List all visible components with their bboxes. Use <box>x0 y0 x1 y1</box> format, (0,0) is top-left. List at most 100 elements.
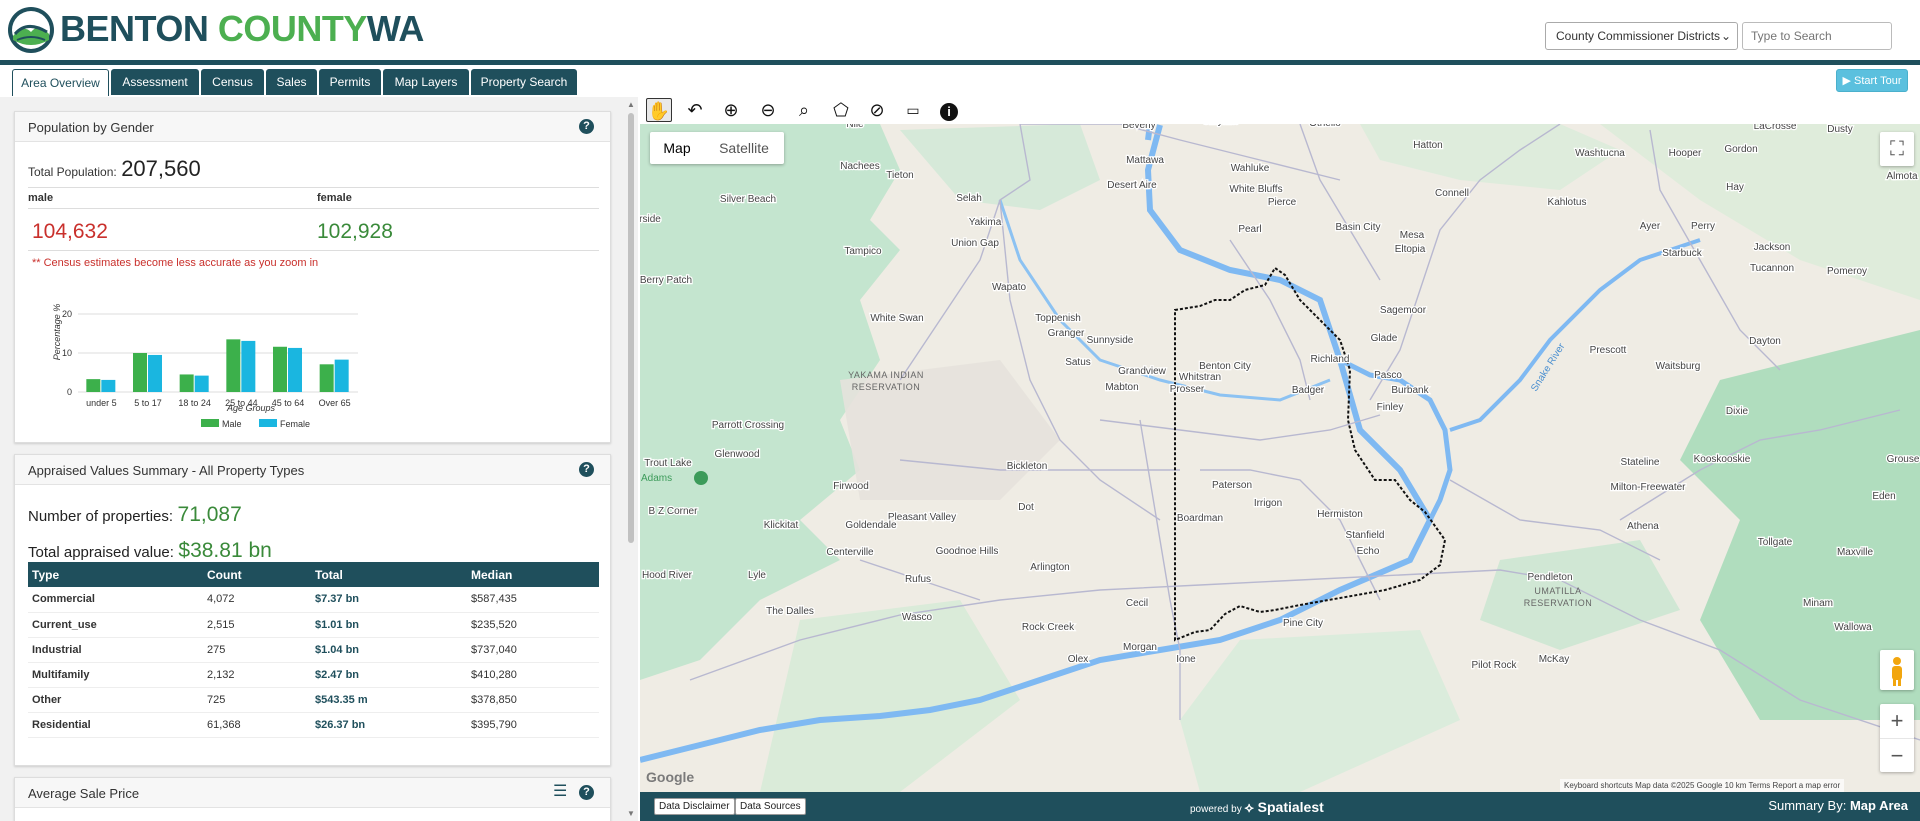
place-label: Glenwood <box>714 449 759 460</box>
legend-female: Female <box>280 419 310 429</box>
bar-female[interactable] <box>334 359 349 392</box>
divider <box>28 208 599 209</box>
help-icon[interactable]: ? <box>579 462 594 477</box>
pan-hand-icon[interactable]: ✋ <box>646 98 672 122</box>
bar-male[interactable] <box>86 379 101 392</box>
appraised-label: Total appraised value: <box>28 544 174 561</box>
bar-female[interactable] <box>148 354 162 392</box>
bar-male[interactable] <box>179 374 194 392</box>
total-cell: $543.35 m <box>311 687 467 713</box>
summary-value[interactable]: Map Area <box>1850 798 1908 813</box>
x-axis-label: Age Groups <box>226 403 276 413</box>
bar-male[interactable] <box>226 339 241 392</box>
map-area: ✋ ↶ ⊕ ⊖ ⌕ ⬠ ⊘ ▭ i Beverly Nile LaCrosse … <box>640 96 1920 821</box>
clear-selection-icon[interactable]: ⊘ <box>864 98 890 122</box>
data-sources-button[interactable]: Data Sources <box>735 798 806 815</box>
place-label: The Dalles <box>766 606 814 617</box>
region-label: YAKAMA INDIAN <box>848 370 924 380</box>
scroll-up-icon[interactable]: ▲ <box>627 100 635 109</box>
map-canvas[interactable]: EstatesHutterian BrethrenPahaEllensburgH… <box>640 124 1920 792</box>
bar-female[interactable] <box>241 340 256 392</box>
number-of-properties: Number of properties: 71,087 <box>28 503 242 527</box>
place-label: White Swan <box>870 313 923 324</box>
properties-label: Number of properties: <box>28 508 174 525</box>
total-cell: $26.37 bn <box>311 712 467 738</box>
park-marker-icon[interactable] <box>694 471 708 485</box>
list-icon[interactable]: ☰ <box>553 784 567 800</box>
zoom-in-icon[interactable]: ⊕ <box>718 98 744 122</box>
properties-value: 71,087 <box>177 503 242 526</box>
place-label: Desert Aire <box>1107 180 1157 191</box>
count-cell: 275 <box>203 637 311 663</box>
info-icon[interactable]: i <box>936 98 962 122</box>
place-label: Goldendale <box>845 520 897 531</box>
median-cell: $737,040 <box>467 637 599 663</box>
place-label: Arlington <box>1030 562 1069 573</box>
tab-census[interactable]: Census <box>201 69 264 95</box>
bar-male[interactable] <box>133 353 147 392</box>
district-select[interactable]: County Commissioner Districts ⌄ <box>1545 22 1738 50</box>
tab-permits[interactable]: Permits <box>319 69 381 95</box>
google-logo: Google <box>646 769 695 785</box>
scroll-down-icon[interactable]: ▼ <box>627 809 635 818</box>
place-label: Tieton <box>886 170 913 181</box>
map-type-map-button[interactable]: Map <box>650 132 704 164</box>
place-label: Grandview <box>1118 366 1167 377</box>
region-label: RESERVATION <box>852 382 921 392</box>
undo-icon[interactable]: ↶ <box>682 98 708 122</box>
bar-male[interactable] <box>319 364 334 392</box>
place-label: Klickitat <box>764 520 799 531</box>
search-input[interactable] <box>1742 22 1892 50</box>
tab-property-search[interactable]: Property Search <box>471 69 577 95</box>
place-label: Pierce <box>1268 197 1297 208</box>
place-label: Riverside <box>640 214 661 225</box>
left-panel-scrollbar[interactable]: ▲ ▼ <box>624 97 638 821</box>
total-cell: $2.47 bn <box>311 662 467 688</box>
place-label: Selah <box>956 193 982 204</box>
logo-word-benton: BENTON <box>60 8 209 49</box>
help-icon[interactable]: ? <box>579 785 594 800</box>
county-logo-text[interactable]: BENTON COUNTYWA <box>60 8 424 50</box>
panel-header: Average Sale Price ☰ ? <box>15 778 610 808</box>
bar-male[interactable] <box>273 346 287 392</box>
map-type-control: Map Satellite <box>650 132 784 164</box>
scrollbar-thumb[interactable] <box>628 113 634 543</box>
place-label: Pearl <box>1238 224 1261 235</box>
place-label: Mesa <box>1400 230 1425 241</box>
map-zoom-out-button[interactable]: − <box>1880 738 1914 772</box>
map-type-satellite-button[interactable]: Satellite <box>704 132 784 164</box>
place-label: Almota <box>1886 171 1918 182</box>
map-zoom-in-button[interactable]: + <box>1880 704 1914 738</box>
fullscreen-icon[interactable]: ⛶ <box>1880 132 1914 166</box>
place-label: Wapato <box>992 282 1027 293</box>
bar-female[interactable] <box>288 347 302 392</box>
column-header: Count <box>203 562 311 587</box>
tab-map-layers[interactable]: Map Layers <box>383 69 469 95</box>
start-tour-button[interactable]: ▶ Start Tour <box>1836 69 1908 92</box>
bar-female[interactable] <box>101 379 116 392</box>
place-label: Dusty <box>1827 124 1853 135</box>
polygon-select-icon[interactable]: ⬠ <box>828 98 854 122</box>
zoom-extent-icon[interactable]: ⌕ <box>791 98 817 122</box>
tab-assessment[interactable]: Assessment <box>111 69 199 95</box>
type-cell: Other <box>28 687 203 713</box>
bar-female[interactable] <box>194 375 209 392</box>
tab-area-overview[interactable]: Area Overview <box>12 69 109 96</box>
place-label: Bickleton <box>1007 461 1048 472</box>
tab-sales[interactable]: Sales <box>266 69 317 95</box>
place-label: Rock Creek <box>1022 622 1075 633</box>
spatialest-logo: ⟡ Spatialest <box>1244 799 1324 815</box>
county-logo[interactable] <box>7 6 55 54</box>
data-disclaimer-button[interactable]: Data Disclaimer <box>654 798 735 815</box>
map-attribution[interactable]: Keyboard shortcuts Map data ©2025 Google… <box>1560 779 1845 792</box>
measure-ruler-icon[interactable]: ▭ <box>900 98 926 122</box>
average-sale-panel: Average Sale Price ☰ ? <box>14 777 611 821</box>
street-view-pegman-icon[interactable] <box>1880 650 1914 690</box>
place-label: Prescott <box>1590 345 1627 356</box>
help-icon[interactable]: ? <box>579 119 594 134</box>
x-tick-label: 18 to 24 <box>178 398 211 408</box>
place-label: Irrigon <box>1254 498 1282 509</box>
zoom-out-icon[interactable]: ⊖ <box>755 98 781 122</box>
region-label: RESERVATION <box>1524 598 1593 608</box>
map-footer: Data Disclaimer Data Sources powered by … <box>640 792 1920 821</box>
